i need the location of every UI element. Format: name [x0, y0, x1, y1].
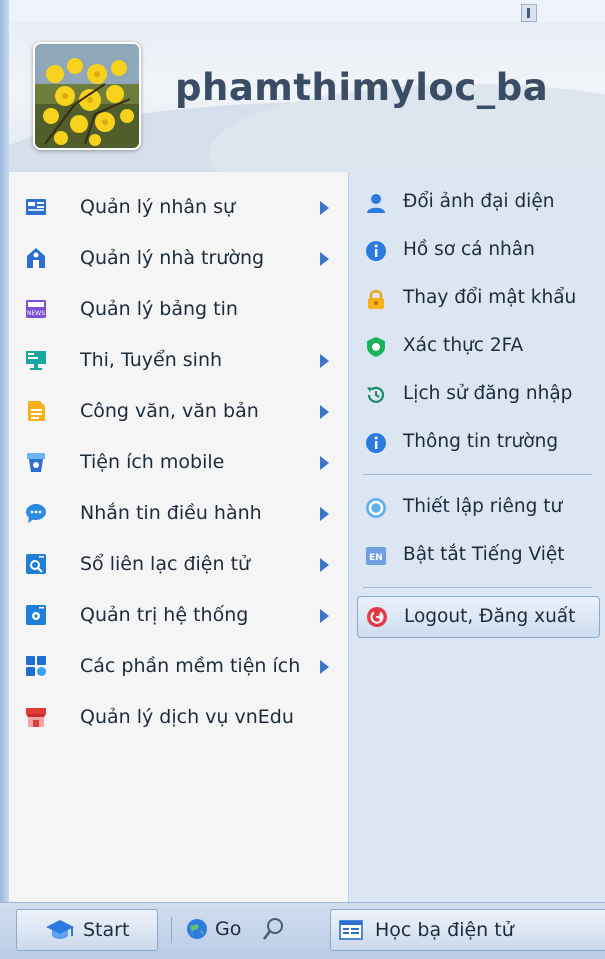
language-badge: EN: [369, 553, 383, 563]
menu-item-label: Quản lý dịch vụ vnEdu: [80, 706, 294, 728]
document-icon: [28, 401, 45, 421]
menu-divider: [363, 474, 592, 475]
menu-item-label: Quản lý nhân sự: [80, 196, 236, 218]
exam-icon: [26, 351, 46, 370]
menu-item-label: Thông tin trường: [403, 431, 559, 452]
menu-item-label: Thiết lập riêng tư: [403, 496, 563, 517]
staff-icon: [26, 199, 46, 215]
menu-item-staff-management[interactable]: Quản lý nhân sự: [9, 182, 348, 233]
menu-item-label: Bật tắt Tiếng Việt: [403, 544, 565, 565]
menu-item-label: Công văn, văn bản: [80, 400, 259, 422]
menu-item-label: Các phần mềm tiện ích: [80, 655, 301, 677]
graduation-cap-icon: [46, 920, 74, 939]
system-admin-icon: [26, 605, 46, 625]
submenu-arrow-icon: [320, 507, 329, 521]
start-button[interactable]: Start: [16, 909, 158, 951]
info-icon: [366, 241, 386, 261]
menu-item-privacy-settings[interactable]: Thiết lập riêng tư: [349, 483, 605, 531]
user-header: phamthimyloc_ba: [9, 22, 605, 172]
menu-item-label: Xác thực 2FA: [403, 335, 524, 356]
menu-item-label: Sổ liên lạc điện tử: [80, 553, 251, 575]
menu-item-label: Đổi ảnh đại diện: [403, 191, 555, 212]
menu-item-school-info[interactable]: Thông tin trường: [349, 418, 605, 466]
user-actions-list: Đổi ảnh đại diện Hồ sơ cá nhân Thay đổi …: [349, 178, 605, 638]
chat-icon: [26, 504, 46, 523]
news-icon: NEWS: [26, 300, 46, 318]
app-label: Học bạ điện tử: [375, 919, 514, 941]
start-menu-window: phamthimyloc_ba Quản lý nhân sự Quản lý …: [0, 0, 605, 959]
info-icon: [366, 433, 386, 453]
menu-item-label: Thi, Tuyển sinh: [80, 349, 223, 371]
logout-button[interactable]: Logout, Đăng xuất: [357, 596, 600, 638]
lock-icon: [368, 290, 384, 309]
main-menu-panel: Quản lý nhân sự Quản lý nhà trường NEWS …: [9, 172, 348, 902]
service-store-icon: [26, 708, 46, 727]
globe-icon: [187, 919, 207, 939]
menu-item-mobile-utilities[interactable]: Tiện ích mobile: [9, 437, 348, 488]
menu-item-label: Tiện ích mobile: [80, 451, 225, 473]
menu-item-school-management[interactable]: Quản lý nhà trường: [9, 233, 348, 284]
submenu-arrow-icon: [320, 201, 329, 215]
menu-item-messaging[interactable]: Nhắn tin điều hành: [9, 488, 348, 539]
submenu-arrow-icon: [320, 354, 329, 368]
user-icon: [367, 194, 385, 213]
taskbar-app-button[interactable]: Học bạ điện tử: [330, 909, 605, 951]
main-menu-list: Quản lý nhân sự Quản lý nhà trường NEWS …: [9, 182, 348, 743]
avatar-image: [35, 44, 139, 148]
menu-item-toggle-vietnamese[interactable]: EN Bật tắt Tiếng Việt: [349, 531, 605, 579]
menu-item-change-password[interactable]: Thay đổi mật khẩu: [349, 274, 605, 322]
submenu-arrow-icon: [320, 252, 329, 266]
menu-item-contact-book[interactable]: Sổ liên lạc điện tử: [9, 539, 348, 590]
school-icon: [27, 248, 45, 268]
menu-item-label: Nhắn tin điều hành: [80, 502, 262, 524]
user-actions-panel: Đổi ảnh đại diện Hồ sơ cá nhân Thay đổi …: [348, 172, 605, 902]
search-icon[interactable]: [260, 915, 286, 943]
apps-icon: [26, 656, 46, 676]
taskbar-separator: [171, 917, 172, 943]
menu-item-label: Quản lý bảng tin: [80, 298, 238, 320]
logout-icon: [367, 607, 387, 627]
top-scroll-strip: [9, 0, 605, 23]
submenu-arrow-icon: [320, 456, 329, 470]
username: phamthimyloc_ba: [175, 66, 549, 109]
scroll-thumb[interactable]: [521, 4, 537, 22]
menu-item-documents[interactable]: Công văn, văn bản: [9, 386, 348, 437]
menu-item-login-history[interactable]: Lịch sử đăng nhập: [349, 370, 605, 418]
menu-item-utility-apps[interactable]: Các phần mềm tiện ích: [9, 641, 348, 692]
menu-item-news-management[interactable]: NEWS Quản lý bảng tin: [9, 284, 348, 335]
menu-item-2fa[interactable]: Xác thực 2FA: [349, 322, 605, 370]
history-icon: [367, 386, 385, 403]
taskbar: Start Go Học bạ điện tử: [0, 902, 605, 959]
avatar[interactable]: [33, 42, 141, 150]
submenu-arrow-icon: [320, 558, 329, 572]
menu-item-exam-admission[interactable]: Thi, Tuyển sinh: [9, 335, 348, 386]
menu-item-system-admin[interactable]: Quản trị hệ thống: [9, 590, 348, 641]
go-label: Go: [215, 918, 242, 940]
menu-item-change-avatar[interactable]: Đổi ảnh đại diện: [349, 178, 605, 226]
submenu-arrow-icon: [320, 405, 329, 419]
svg-text:NEWS: NEWS: [27, 310, 45, 317]
language-icon: EN: [366, 547, 386, 565]
submenu-arrow-icon: [320, 609, 329, 623]
window-border: [0, 0, 9, 958]
menu-item-label: Quản lý nhà trường: [80, 247, 265, 269]
menu-item-label: Quản trị hệ thống: [80, 604, 249, 626]
menu-item-label: Lịch sử đăng nhập: [403, 383, 573, 404]
contact-book-icon: [26, 554, 46, 574]
window-icon: [339, 920, 363, 940]
menu-item-vnedu-services[interactable]: Quản lý dịch vụ vnEdu: [9, 692, 348, 743]
privacy-icon: [366, 498, 386, 518]
mobile-icon: [27, 453, 45, 472]
menu-item-label: Hồ sơ cá nhân: [403, 239, 535, 260]
logout-label: Logout, Đăng xuất: [404, 606, 576, 627]
submenu-arrow-icon: [320, 660, 329, 674]
go-button[interactable]: Go: [183, 912, 263, 946]
menu-divider: [363, 587, 592, 588]
menu-item-profile[interactable]: Hồ sơ cá nhân: [349, 226, 605, 274]
shield-icon: [367, 337, 385, 357]
start-label: Start: [83, 919, 130, 941]
menu-item-label: Thay đổi mật khẩu: [403, 287, 577, 308]
